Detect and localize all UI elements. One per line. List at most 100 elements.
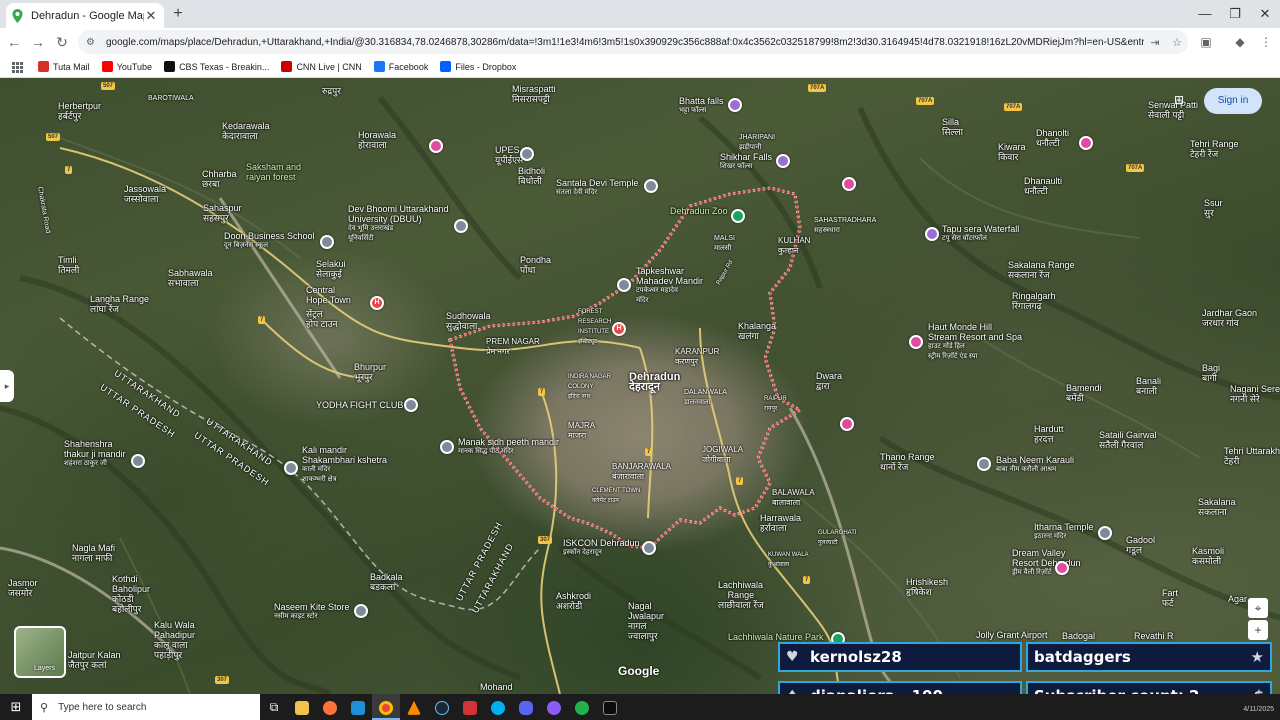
poi-pin[interactable] xyxy=(320,235,334,249)
extension-icon[interactable]: ◆ xyxy=(1230,32,1250,52)
place-label[interactable]: Herbertpur हर्बर्टपुर xyxy=(58,101,101,121)
poi-pin[interactable] xyxy=(131,454,145,468)
place-label[interactable]: Banali बनाली xyxy=(1136,376,1161,396)
place-label[interactable]: Baba Neem Karauli बाबा नीम करौली आश्रम xyxy=(996,455,1074,475)
place-label[interactable]: ISKCON Dehradun इस्कॉन देहरादून xyxy=(563,538,640,558)
place-label[interactable]: Dwara द्वारा xyxy=(816,371,842,391)
place-label[interactable]: Silla सिल्ला xyxy=(942,117,963,137)
place-label[interactable]: BALAWALA बालावाला xyxy=(772,488,815,508)
hospital-pin[interactable]: H xyxy=(612,322,626,336)
minimize-button[interactable]: — xyxy=(1188,0,1222,28)
forward-icon[interactable]: → xyxy=(28,32,48,52)
place-label[interactable]: Kasmoli कसमोली xyxy=(1192,546,1224,566)
place-label[interactable]: Pondha पोंधा xyxy=(520,255,551,275)
poi-pin[interactable] xyxy=(404,398,418,412)
vlc-icon[interactable] xyxy=(400,694,428,720)
app-icon[interactable] xyxy=(456,694,484,720)
place-label[interactable]: Hrishikesh हृषिकेश xyxy=(906,577,948,597)
place-label[interactable]: Nagani Sere नगनी सेरे xyxy=(1230,384,1280,404)
steam-icon[interactable] xyxy=(428,694,456,720)
place-label[interactable]: Jolly Grant Airport xyxy=(976,630,1048,640)
place-label[interactable]: Tehri Range टेहरी रेंज xyxy=(1190,139,1239,159)
place-label[interactable]: Santala Devi Temple संतला देवी मंदिर xyxy=(556,178,638,198)
place-label[interactable]: Haut Monde Hill Stream Resort and Spa हाउट… xyxy=(928,322,1022,362)
poi-pin[interactable] xyxy=(284,461,298,475)
install-icon[interactable]: ⇥ xyxy=(1144,36,1166,49)
place-label[interactable]: Timli तिमली xyxy=(58,255,79,275)
poi-pin[interactable] xyxy=(728,98,742,112)
place-label[interactable]: Jassowala जस्सोवाला xyxy=(124,184,166,204)
poi-pin[interactable] xyxy=(1079,136,1093,150)
place-label[interactable]: Lachhiwala Range लाछीवाला रेंज xyxy=(718,580,764,610)
place-label[interactable]: Sakalana Range सकलाना रेंज xyxy=(1008,260,1075,280)
close-window-button[interactable]: ✕ xyxy=(1248,0,1280,28)
place-label[interactable]: Dehradun Zoo xyxy=(670,206,728,216)
place-label[interactable]: Doon Business School दून बिज़नेस स्कूल xyxy=(224,231,315,251)
place-label[interactable]: UPES यूपीईएस xyxy=(495,145,523,165)
place-label[interactable]: Saksham and raiyan forest xyxy=(246,162,301,182)
map-canvas[interactable]: 507 507 7 7 7 7 7 7 307 307 707A 707A 70… xyxy=(0,78,1280,694)
task-view-icon[interactable]: ⧉ xyxy=(260,694,288,720)
place-label[interactable]: Dream Valley Resort Dehradun ड्रीम वैली रि… xyxy=(1012,548,1081,578)
place-label[interactable]: JOGIWALA जोगीवाला xyxy=(702,445,743,465)
place-label[interactable]: Tapkeshwar Mahadev Mandir टपकेश्वर महादेव म… xyxy=(636,266,703,306)
bookmark-item[interactable]: YouTube xyxy=(101,61,152,72)
apps-grid-icon[interactable] xyxy=(12,61,23,73)
poi-pin[interactable] xyxy=(1098,526,1112,540)
bookmark-item[interactable]: Files - Dropbox xyxy=(440,61,516,72)
place-label[interactable]: BAROTIWALA xyxy=(148,94,194,104)
place-label[interactable]: Dev Bhoomi Uttarakhand University (DBUU) द… xyxy=(348,204,449,244)
place-label[interactable]: Harrawala हर्रावाला xyxy=(760,513,801,533)
place-label[interactable]: DALANWALA डालनवाला xyxy=(684,388,727,408)
place-label[interactable]: Mohand xyxy=(480,682,513,692)
place-label[interactable]: YODHA FIGHT CLUB xyxy=(316,400,403,410)
tab-maps[interactable]: Dehradun - Google Maps ✕ xyxy=(6,3,164,28)
place-label[interactable]: Kiwara किवार xyxy=(998,142,1026,162)
poi-pin[interactable] xyxy=(642,541,656,555)
address-bar[interactable]: ⚙ google.com/maps/place/Dehradun,+Uttara… xyxy=(78,30,1188,54)
place-label[interactable]: Bhurpur भूरपुर xyxy=(354,362,386,382)
sign-in-button[interactable]: Sign in xyxy=(1204,88,1262,114)
place-label[interactable]: Badogal xyxy=(1062,631,1095,641)
place-label[interactable]: INDIRA NAGAR COLONY इंदिरा नगर xyxy=(568,372,611,402)
poi-pin[interactable] xyxy=(440,440,454,454)
bookmark-item[interactable]: CNN Live | CNN xyxy=(281,61,362,72)
place-label[interactable]: Shikhar Falls शिखर फॉल्स xyxy=(720,152,772,172)
poi-pin[interactable] xyxy=(617,278,631,292)
bookmark-item[interactable]: Facebook xyxy=(373,61,428,72)
address-url[interactable]: google.com/maps/place/Dehradun,+Uttarakh… xyxy=(106,37,1144,48)
place-label[interactable]: MALSI मालसी xyxy=(714,234,735,254)
place-label[interactable]: Kothdi Baholipur कोठडी बहोलीपुर xyxy=(112,574,150,614)
terminal-icon[interactable] xyxy=(596,694,624,720)
place-label[interactable]: Central Hope Town सेंट्रल होप टाउन xyxy=(306,285,351,329)
tab-close-icon[interactable]: ✕ xyxy=(144,8,158,24)
place-label[interactable]: Bidholi बिधोली xyxy=(518,166,545,186)
place-label[interactable]: Langha Range लांघा रेंज xyxy=(90,294,149,314)
firefox-icon[interactable] xyxy=(316,694,344,720)
layers-button[interactable]: Layers xyxy=(14,626,66,678)
place-label[interactable]: Sakalana सकलाना xyxy=(1198,497,1236,517)
place-label[interactable]: Badkala बडकला xyxy=(370,572,403,592)
place-label[interactable]: Horawala होरावाला xyxy=(358,130,396,150)
place-label[interactable]: Jasmor जसमोर xyxy=(8,578,38,598)
hospital-pin[interactable]: H xyxy=(370,296,384,310)
windows-start-icon[interactable]: ⊞ xyxy=(0,694,32,720)
place-label[interactable]: SAHASTRADHARA सहस्त्रधारा xyxy=(814,216,876,236)
taskbar-search[interactable]: ⚲ Type here to search xyxy=(32,694,260,720)
place-label[interactable]: Itharna Temple इठारना मंदिर xyxy=(1034,522,1093,542)
place-label[interactable]: Chharba छरबा xyxy=(202,169,237,189)
place-label[interactable]: Manak sidh peeth mandir मानक सिद्ध पीठ मं… xyxy=(458,437,559,457)
place-label[interactable]: KUWAN WALA कुआंवाला xyxy=(768,550,809,570)
place-label[interactable]: Revathi R xyxy=(1134,631,1174,641)
place-label[interactable]: Shahenshra thakur ji mandir शहंशरा ठाकुर ज… xyxy=(64,439,126,469)
restore-button[interactable]: ❐ xyxy=(1218,0,1252,28)
place-label[interactable]: MAJRA माजरा xyxy=(568,421,595,441)
place-label[interactable]: Kali mandir Shakambhari kshetra काली मंदिर… xyxy=(302,445,387,485)
apps-grid-icon[interactable]: ⊞ xyxy=(1174,94,1186,106)
place-label[interactable]: Sataili Gairwal सतैली गैरवाल xyxy=(1099,430,1157,450)
place-label[interactable]: Nagla Mafi नागला माफी xyxy=(72,543,115,563)
place-label[interactable]: रुद्रपुर xyxy=(322,86,341,96)
bookmark-item[interactable]: Tuta Mail xyxy=(38,61,90,72)
place-label[interactable]: KULHAN कुल्हान xyxy=(778,236,810,256)
reload-icon[interactable]: ↻ xyxy=(52,32,72,52)
